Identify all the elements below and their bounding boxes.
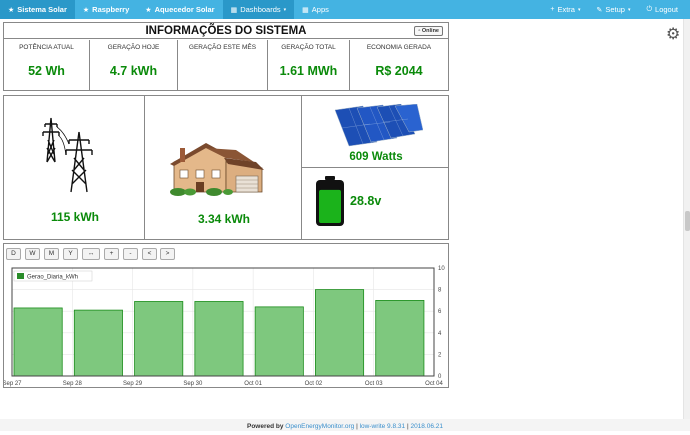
nav-label: Setup	[605, 5, 625, 14]
nav-extra-dropdown[interactable]: + Extra ▾	[542, 0, 588, 19]
footer-date: 2018.06.21	[410, 423, 443, 430]
status-icon: ▫	[418, 28, 420, 34]
y-tick-label: 0	[438, 374, 442, 380]
nav-dashboards-dropdown[interactable]: ▦ Dashboards ▾	[223, 0, 295, 19]
battery-level-fill	[319, 190, 341, 223]
solar-panel-icon	[333, 104, 423, 148]
metric-label: ECONOMIA GERADA	[350, 44, 448, 51]
x-tick-label: Sep 27	[4, 381, 22, 387]
gear-icon[interactable]: ⚙	[666, 24, 680, 44]
x-tick-label: Sep 29	[123, 381, 143, 387]
nav-raspberry[interactable]: ★ Raspberry	[75, 0, 137, 19]
nav-label: Raspberry	[92, 5, 129, 14]
legend-swatch	[17, 273, 24, 279]
nav-sistema-solar[interactable]: ★ Sistema Solar	[0, 0, 75, 19]
scrollbar-thumb[interactable]	[685, 211, 690, 231]
solar-power-panel: 609 Watts	[301, 95, 449, 168]
star-icon: ★	[8, 6, 14, 14]
bar	[135, 301, 183, 376]
wrench-icon: ✎	[597, 6, 603, 14]
grid-energy-panel: 115 kWh	[3, 95, 145, 240]
nav-label: Apps	[312, 5, 329, 14]
y-tick-label: 6	[438, 309, 442, 315]
battery-voltage-value: 28.8v	[350, 194, 381, 208]
caret-down-icon: ▾	[284, 7, 287, 13]
power-tower-icon	[37, 114, 107, 194]
metric-value: 1.61 MWh	[268, 64, 349, 78]
y-tick-label: 4	[438, 331, 442, 337]
nav-label: Extra	[557, 5, 575, 14]
x-tick-label: Oct 01	[244, 381, 262, 387]
online-status-badge: ▫ Online	[414, 26, 443, 36]
y-tick-label: 10	[438, 266, 445, 272]
dashboard-icon: ▦	[231, 6, 238, 14]
metric-label: POTÊNCIA ATUAL	[4, 44, 89, 51]
bar	[74, 310, 122, 376]
metric-label: GERAÇÃO HOJE	[90, 44, 177, 51]
solar-power-value: 609 Watts	[302, 151, 450, 163]
page-footer: Powered by OpenEnergyMonitor.org | low-w…	[0, 419, 690, 431]
nav-label: Sistema Solar	[17, 5, 67, 14]
system-info-panel: INFORMAÇÕES DO SISTEMA ▫ Online POTÊNCIA…	[3, 22, 449, 91]
metric-value: 4.7 kWh	[90, 64, 177, 78]
bar	[14, 308, 62, 376]
panel-title-text: INFORMAÇÕES DO SISTEMA	[145, 25, 306, 37]
nav-setup-dropdown[interactable]: ✎ Setup ▾	[589, 0, 639, 19]
x-tick-label: Sep 30	[183, 381, 203, 387]
metric-label: GERAÇÃO ESTE MÊS	[178, 44, 267, 51]
metric-today: GERAÇÃO HOJE 4.7 kWh	[90, 40, 178, 91]
bar-chart[interactable]: 0 2 4 6 8 10 Sep 27 Sep 28 Sep 29 Sep 30 Oct 01 Oct…	[4, 244, 450, 389]
house-icon	[166, 140, 266, 200]
footer-version-link[interactable]: low-write 9.8.31	[360, 423, 406, 430]
apps-icon: ▦	[302, 6, 309, 14]
star-icon: ★	[145, 6, 151, 14]
plus-icon: +	[550, 6, 554, 13]
page-scrollbar[interactable]	[683, 19, 690, 419]
y-tick-label: 8	[438, 288, 442, 294]
legend-label: Gerao_Diaria_kWh	[27, 275, 78, 281]
grid-energy-value: 115 kWh	[4, 210, 146, 224]
footer-oem-link[interactable]: OpenEnergyMonitor.org	[285, 423, 354, 430]
bar	[376, 300, 424, 376]
nav-apps[interactable]: ▦ Apps	[294, 0, 337, 19]
top-navbar: ★ Sistema Solar ★ Raspberry ★ Aquecedor …	[0, 0, 690, 19]
nav-label: Dashboards	[240, 5, 280, 14]
star-icon: ★	[83, 6, 89, 14]
caret-down-icon: ▾	[628, 7, 631, 13]
x-tick-label: Oct 03	[365, 381, 383, 387]
x-tick-label: Oct 04	[425, 381, 443, 387]
house-consumption-value: 3.34 kWh	[145, 212, 303, 226]
metric-this-month: GERAÇÃO ESTE MÊS	[178, 40, 268, 91]
metric-label: GERAÇÃO TOTAL	[268, 44, 349, 51]
footer-prefix: Powered by	[247, 423, 285, 430]
metric-total: GERAÇÃO TOTAL 1.61 MWh	[268, 40, 350, 91]
bar	[195, 301, 243, 376]
house-consumption-panel: 3.34 kWh	[144, 95, 302, 240]
nav-right-group: + Extra ▾ ✎ Setup ▾ ⏻ Logout	[542, 0, 690, 19]
x-tick-label: Sep 28	[63, 381, 83, 387]
panel-title: INFORMAÇÕES DO SISTEMA ▫ Online	[4, 23, 448, 39]
status-text: Online	[422, 28, 439, 34]
nav-label: Logout	[655, 5, 678, 14]
nav-label: Aquecedor Solar	[155, 5, 215, 14]
bar	[315, 290, 363, 376]
battery-panel: 28.8v	[301, 167, 449, 240]
nav-logout[interactable]: ⏻ Logout	[639, 0, 690, 19]
metric-value: R$ 2044	[350, 64, 448, 78]
daily-generation-chart-panel: D W M Y ↔ + - < > 0246810Sep 27Sep 28Sep…	[3, 243, 449, 388]
nav-aquecedor-solar[interactable]: ★ Aquecedor Solar	[137, 0, 222, 19]
metric-current-power: POTÊNCIA ATUAL 52 Wh	[4, 40, 90, 91]
metric-savings: ECONOMIA GERADA R$ 2044	[350, 40, 448, 91]
caret-down-icon: ▾	[578, 7, 581, 13]
power-icon: ⏻	[647, 6, 653, 14]
y-tick-label: 2	[438, 352, 442, 358]
metric-value: 52 Wh	[4, 64, 89, 78]
bar	[255, 307, 303, 376]
battery-icon	[315, 176, 345, 228]
x-tick-label: Oct 02	[305, 381, 323, 387]
